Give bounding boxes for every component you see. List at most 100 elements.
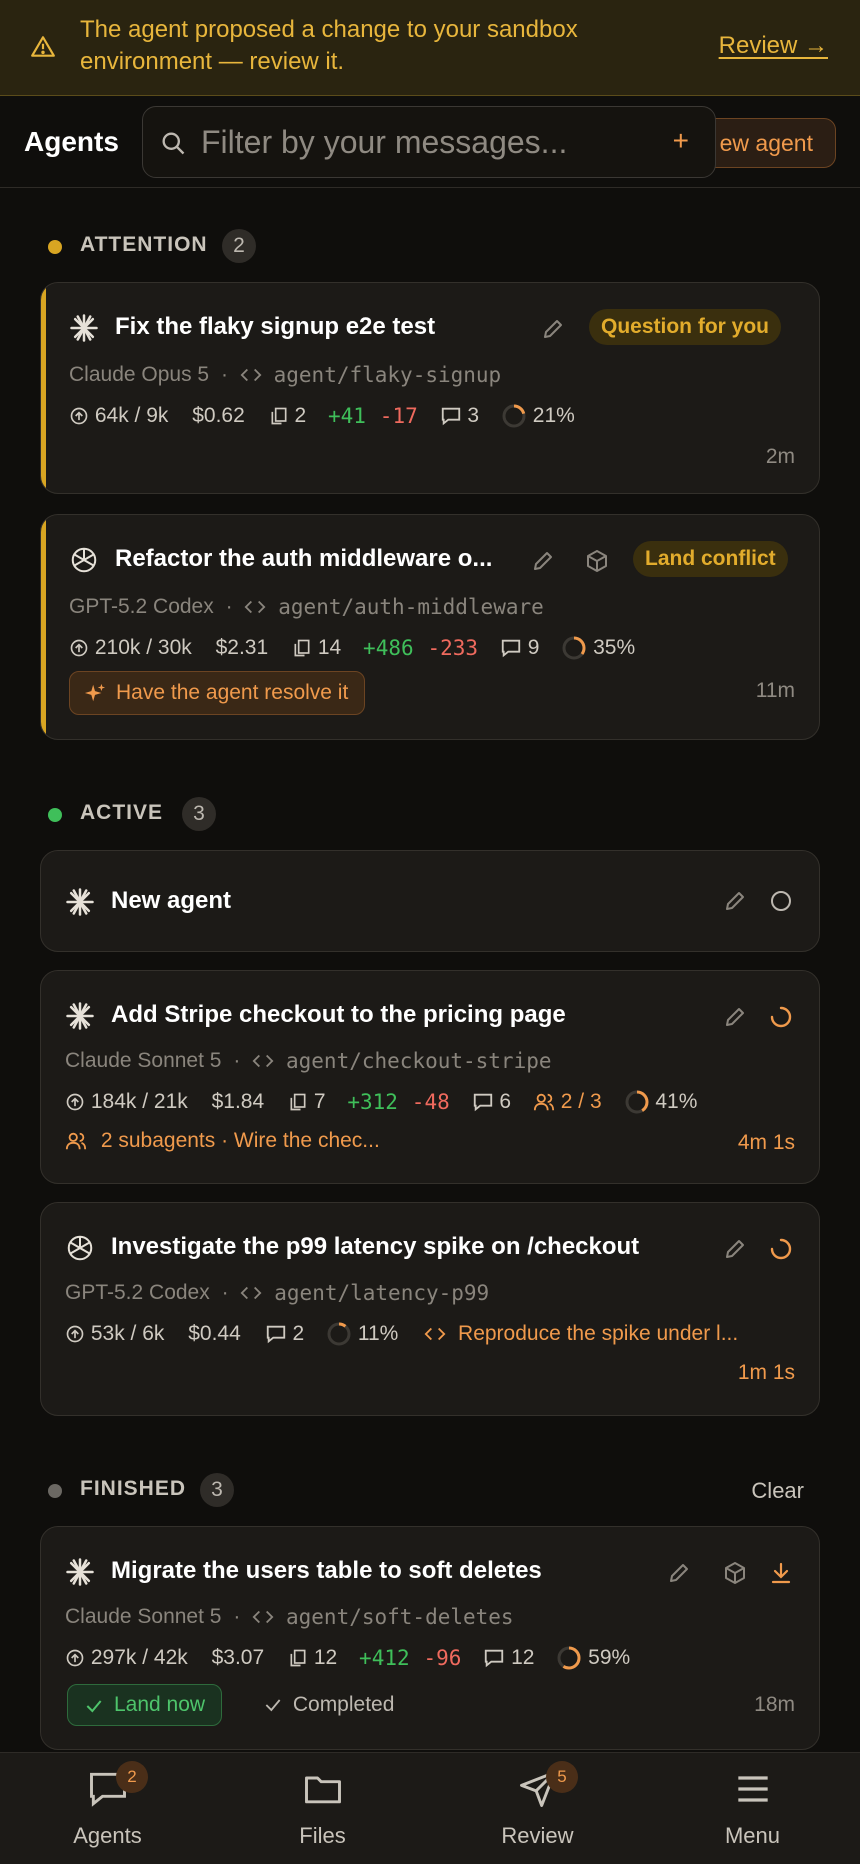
nav-label: Menu — [724, 1823, 781, 1848]
progress-label: 11% — [357, 1322, 399, 1345]
progress-label: 41% — [655, 1090, 698, 1113]
package-icon[interactable] — [585, 549, 609, 573]
pencil-icon[interactable] — [541, 317, 565, 341]
hamburger-menu-icon — [738, 1776, 768, 1802]
current-task: Reproduce the spike under l... — [458, 1322, 739, 1345]
lines-removed: -17 — [379, 404, 418, 428]
progress-label: 35% — [593, 636, 636, 659]
pencil-icon[interactable] — [667, 1561, 691, 1585]
file-count: 12 — [313, 1646, 338, 1669]
lines-removed: -96 — [423, 1646, 462, 1670]
upload-circle-icon — [66, 1093, 84, 1111]
nav-menu[interactable]: Menu — [645, 1753, 860, 1864]
package-icon[interactable] — [723, 1561, 747, 1585]
comment-icon — [485, 1649, 504, 1668]
add-filter-button[interactable]: + — [673, 125, 689, 157]
agent-card[interactable]: Add Stripe checkout to the pricing page … — [40, 970, 820, 1184]
nav-agents[interactable]: 2 Agents — [0, 1753, 215, 1864]
idle-circle-icon — [771, 891, 791, 911]
comment-count: 3 — [467, 404, 480, 427]
section-attention-header: ATTENTION 2 — [48, 229, 288, 263]
lines-removed: -233 — [427, 636, 479, 660]
warning-icon — [31, 36, 55, 57]
lines-added: +312 — [347, 1090, 398, 1114]
section-label: ACTIVE — [80, 801, 164, 824]
pencil-icon[interactable] — [531, 549, 555, 573]
file-count: 7 — [313, 1090, 326, 1113]
sandbox-change-banner: The agent proposed a change to your sand… — [0, 0, 860, 96]
model-name: Claude Opus 5 — [69, 363, 210, 387]
card-title: Refactor the auth middleware o... — [115, 545, 493, 572]
pencil-icon[interactable] — [723, 889, 747, 913]
progress-ring-icon — [502, 404, 526, 428]
elapsed-time: 18m — [754, 1693, 795, 1716]
elapsed-time: 4m 1s — [737, 1131, 795, 1154]
lines-added: +412 — [359, 1646, 410, 1670]
claude-sparkle-icon — [66, 888, 94, 916]
nav-review[interactable]: 5 Review — [430, 1753, 645, 1864]
pencil-icon[interactable] — [723, 1237, 747, 1261]
progress-label: 21% — [532, 404, 575, 427]
finished-dot — [48, 1484, 62, 1498]
resolve-conflict-button[interactable]: Have the agent resolve it — [69, 671, 366, 715]
clear-finished-button[interactable]: Clear — [751, 1478, 804, 1504]
page-title: Agents — [24, 126, 119, 157]
tokens: 210k / 30k — [94, 636, 192, 659]
card-title: Migrate the users table to soft deletes — [111, 1557, 542, 1584]
agent-card[interactable]: Investigate the p99 latency spike on /ch… — [40, 1202, 820, 1416]
comment-icon — [266, 1325, 285, 1344]
card-meta: GPT-5.2 Codex · agent/latency-p99 — [65, 1281, 490, 1306]
completed-status: Completed — [263, 1693, 394, 1717]
banner-text: The agent proposed a change to your sand… — [80, 16, 578, 75]
subagents-summary[interactable]: 2 subagents · Wire the chec... — [65, 1129, 380, 1153]
code-icon — [244, 601, 266, 614]
sparkles-icon — [84, 683, 106, 702]
upload-circle-icon — [70, 639, 88, 657]
openai-logo-icon — [71, 547, 97, 573]
cost: $0.44 — [188, 1322, 241, 1345]
file-count: 14 — [317, 636, 342, 659]
check-icon — [265, 1699, 281, 1712]
progress-ring-icon — [625, 1090, 649, 1114]
progress-ring-icon — [327, 1322, 351, 1346]
section-label: ATTENTION — [80, 233, 208, 256]
claude-sparkle-icon — [66, 1002, 94, 1030]
agent-card[interactable]: New agent — [40, 850, 820, 952]
search-icon — [162, 132, 185, 155]
comment-count: 2 — [292, 1322, 305, 1345]
tokens: 184k / 21k — [90, 1090, 188, 1113]
branch-name: agent/soft-deletes — [286, 1605, 514, 1630]
comment-icon — [501, 639, 521, 658]
agent-card[interactable]: Fix the flaky signup e2e test Question f… — [40, 282, 820, 494]
download-icon[interactable] — [769, 1561, 793, 1585]
file-count: 2 — [294, 404, 307, 427]
tokens: 53k / 6k — [90, 1322, 165, 1345]
branch-name: agent/latency-p99 — [274, 1281, 490, 1306]
nav-files[interactable]: Files — [215, 1753, 430, 1864]
model-name: GPT-5.2 Codex — [69, 595, 214, 619]
cost: $0.62 — [192, 404, 245, 427]
agent-card[interactable]: Migrate the users table to soft deletes … — [40, 1526, 820, 1750]
nav-label: Review — [501, 1823, 574, 1848]
cost: $3.07 — [211, 1646, 265, 1669]
subagents-label: 2 subagents · Wire the chec... — [100, 1129, 380, 1153]
branch-name: agent/checkout-stripe — [286, 1049, 552, 1074]
card-stats: 53k / 6k $0.44 2 11% Reproduce the spike… — [65, 1321, 738, 1347]
files-icon — [290, 1649, 306, 1667]
model-name: Claude Sonnet 5 — [65, 1049, 222, 1073]
elapsed-time: 11m — [755, 679, 795, 702]
card-meta: Claude Sonnet 5 · agent/soft-deletes — [65, 1605, 514, 1630]
search-input[interactable]: Filter by your messages... + — [142, 106, 716, 178]
code-icon — [240, 369, 262, 382]
agent-card[interactable]: Refactor the auth middleware o... Land c… — [40, 514, 820, 740]
pencil-icon[interactable] — [723, 1005, 747, 1029]
land-now-button[interactable]: Land now — [67, 1684, 223, 1726]
lines-added: +41 — [328, 404, 366, 428]
claude-sparkle-icon — [70, 314, 98, 342]
progress-ring-icon — [562, 636, 586, 660]
code-icon — [252, 1055, 274, 1068]
card-stats: 184k / 21k $1.84 7 +312 -48 6 2 / 3 41% — [65, 1089, 697, 1115]
review-link[interactable]: Review → — [719, 32, 828, 60]
branch-name: agent/auth-middleware — [278, 595, 544, 620]
lines-added: +486 — [363, 636, 414, 660]
